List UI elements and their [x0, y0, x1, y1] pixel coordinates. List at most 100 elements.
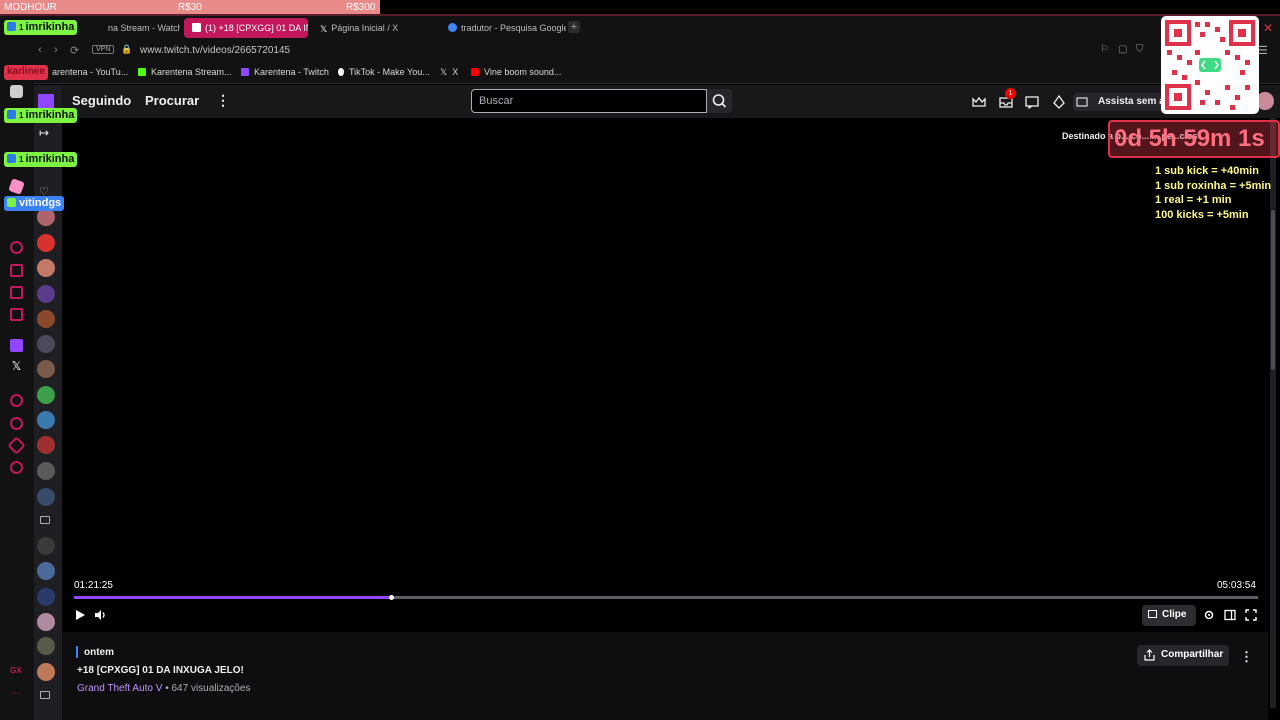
tab-x-home[interactable]: 𝕏 Página Inicial / X [312, 18, 438, 38]
clip-button[interactable]: Clipe [1142, 605, 1196, 626]
watch-no-ads-button[interactable]: Assista sem a [1073, 93, 1175, 111]
vpn-badge[interactable]: VPN [92, 45, 115, 54]
avatar[interactable] [37, 285, 55, 303]
lock-icon[interactable]: 🔒 [121, 44, 132, 55]
search-button[interactable] [707, 89, 732, 113]
feed-icon[interactable] [10, 286, 23, 299]
pink-app-icon[interactable] [8, 178, 25, 195]
gx-icon[interactable]: GX [10, 666, 23, 679]
avatar[interactable] [37, 462, 55, 480]
twitch-tab-icon [192, 23, 201, 32]
expand-sidebar-icon[interactable]: ↦ [39, 126, 49, 140]
fullscreen-icon[interactable] [1245, 609, 1257, 621]
avatar[interactable] [37, 436, 55, 454]
x-icon: 𝕏 [320, 24, 328, 34]
video-meta: Grand Theft Auto V • 647 visualizações [77, 683, 250, 694]
play-icon[interactable] [74, 609, 86, 621]
clock-icon[interactable] [10, 417, 23, 430]
bookmark-icon[interactable]: ⚐ [1100, 44, 1109, 55]
avatar[interactable] [37, 310, 55, 328]
close-icon[interactable]: ✕ [1263, 21, 1273, 35]
chat-username: vitindgs [19, 197, 62, 209]
avatar[interactable] [37, 259, 55, 277]
bookmark-twitch[interactable]: Karentena - Twitch [241, 67, 329, 77]
video-duration: 05:03:54 [1217, 580, 1256, 591]
bits-icon[interactable] [1051, 94, 1067, 110]
chat-username: imrikinha [25, 21, 75, 33]
avatar[interactable] [37, 637, 55, 655]
chat-username: karlinee [7, 66, 45, 77]
bookmark-tiktok[interactable]: TikTok - Make You... [338, 67, 430, 77]
settings-icon[interactable] [10, 461, 23, 474]
avatar[interactable] [37, 588, 55, 606]
reload-icon[interactable]: ⟳ [70, 44, 79, 57]
twitch-icon[interactable] [10, 339, 23, 352]
overlay-rule: 1 sub roxinha = +5min [1155, 180, 1272, 192]
volume-icon[interactable] [94, 609, 108, 621]
new-tab-button[interactable]: + [568, 21, 580, 33]
watch-no-ads-label: Assista sem a [1098, 96, 1165, 107]
avatar[interactable] [37, 488, 55, 506]
avatar[interactable] [37, 234, 55, 252]
forward-icon[interactable]: › [54, 44, 58, 56]
back-icon[interactable]: ‹ [38, 44, 42, 56]
avatar[interactable] [37, 335, 55, 353]
avatar[interactable] [37, 613, 55, 631]
vault-icon[interactable] [10, 85, 23, 98]
avatar[interactable] [37, 411, 55, 429]
overlay-rule: 1 sub kick = +40min [1155, 165, 1259, 177]
page-scrollbar[interactable] [1270, 118, 1276, 708]
tab-google-search[interactable]: tradutor - Pesquisa Google [440, 18, 566, 38]
bookmark-label: TikTok - Make You... [349, 67, 430, 77]
qr-code-image [1165, 20, 1255, 110]
more-options-icon[interactable]: ⋮ [216, 92, 230, 109]
sync-icon[interactable] [10, 241, 23, 254]
bookmark-kick[interactable]: Karentena Stream... [138, 67, 232, 77]
sub-badge-icon [7, 198, 16, 207]
scrollbar-thumb[interactable] [1271, 210, 1275, 370]
avatar[interactable] [37, 386, 55, 404]
tab-stream-watch[interactable]: na Stream - Watch [100, 18, 180, 38]
tab-twitch-video[interactable]: (1) +18 [CPXGG] 01 DA IN... [184, 18, 308, 38]
donation-bar-left: MODHOUR [4, 2, 57, 13]
bookmark-x[interactable]: 𝕏X [440, 67, 458, 78]
bookmark-label: Karentena - Twitch [254, 67, 329, 77]
avatar[interactable] [37, 562, 55, 580]
avatar[interactable] [37, 663, 55, 681]
more-options-icon[interactable]: ⋮ [1240, 649, 1253, 665]
tab-label: Página Inicial / X [331, 23, 399, 33]
avatar[interactable] [37, 360, 55, 378]
donation-bar-mid: R$30 [178, 2, 202, 13]
search-input[interactable]: Buscar [471, 89, 707, 113]
bookmark-youtube[interactable]: arentena - YouTu... [52, 67, 128, 77]
more-icon[interactable]: ⋯ [10, 688, 23, 701]
nav-browse[interactable]: Procurar [145, 93, 199, 108]
news-icon[interactable] [10, 308, 23, 321]
menu-icon[interactable]: ☰ [1258, 44, 1268, 57]
chat-message-pill: 1 imrikinha [4, 20, 78, 35]
avatar[interactable] [37, 537, 55, 555]
bag-icon[interactable] [10, 264, 23, 277]
crown-icon[interactable] [971, 94, 987, 110]
share-button[interactable]: Compartilhar [1137, 645, 1229, 666]
theatre-mode-icon[interactable] [1224, 609, 1236, 621]
bookmark-vine-boom[interactable]: Vine boom sound... [471, 67, 561, 77]
whispers-icon[interactable] [1024, 94, 1040, 110]
extensions-icon[interactable] [7, 436, 26, 455]
share-label: Compartilhar [1161, 649, 1224, 660]
url-field[interactable]: www.twitch.tv/videos/2665720145 [140, 45, 290, 56]
twitch-logo-icon[interactable] [38, 94, 54, 109]
badge-count: 1 [19, 111, 24, 120]
settings-gear-icon[interactable] [1203, 609, 1215, 621]
x-icon[interactable]: 𝕏 [10, 360, 23, 373]
donation-bar: MODHOUR R$30 R$300 [0, 0, 380, 15]
video-player[interactable] [62, 118, 1268, 632]
screenshot-icon[interactable]: ▢ [1118, 44, 1127, 55]
clip-icon [1148, 610, 1157, 618]
bookmark-label: Vine boom sound... [484, 67, 562, 77]
record-icon[interactable] [10, 394, 23, 407]
game-link[interactable]: Grand Theft Auto V [77, 683, 162, 694]
chat-username: imrikinha [25, 153, 75, 165]
nav-following[interactable]: Seguindo [72, 93, 131, 108]
shield-icon[interactable]: ⛉ [1136, 44, 1144, 55]
